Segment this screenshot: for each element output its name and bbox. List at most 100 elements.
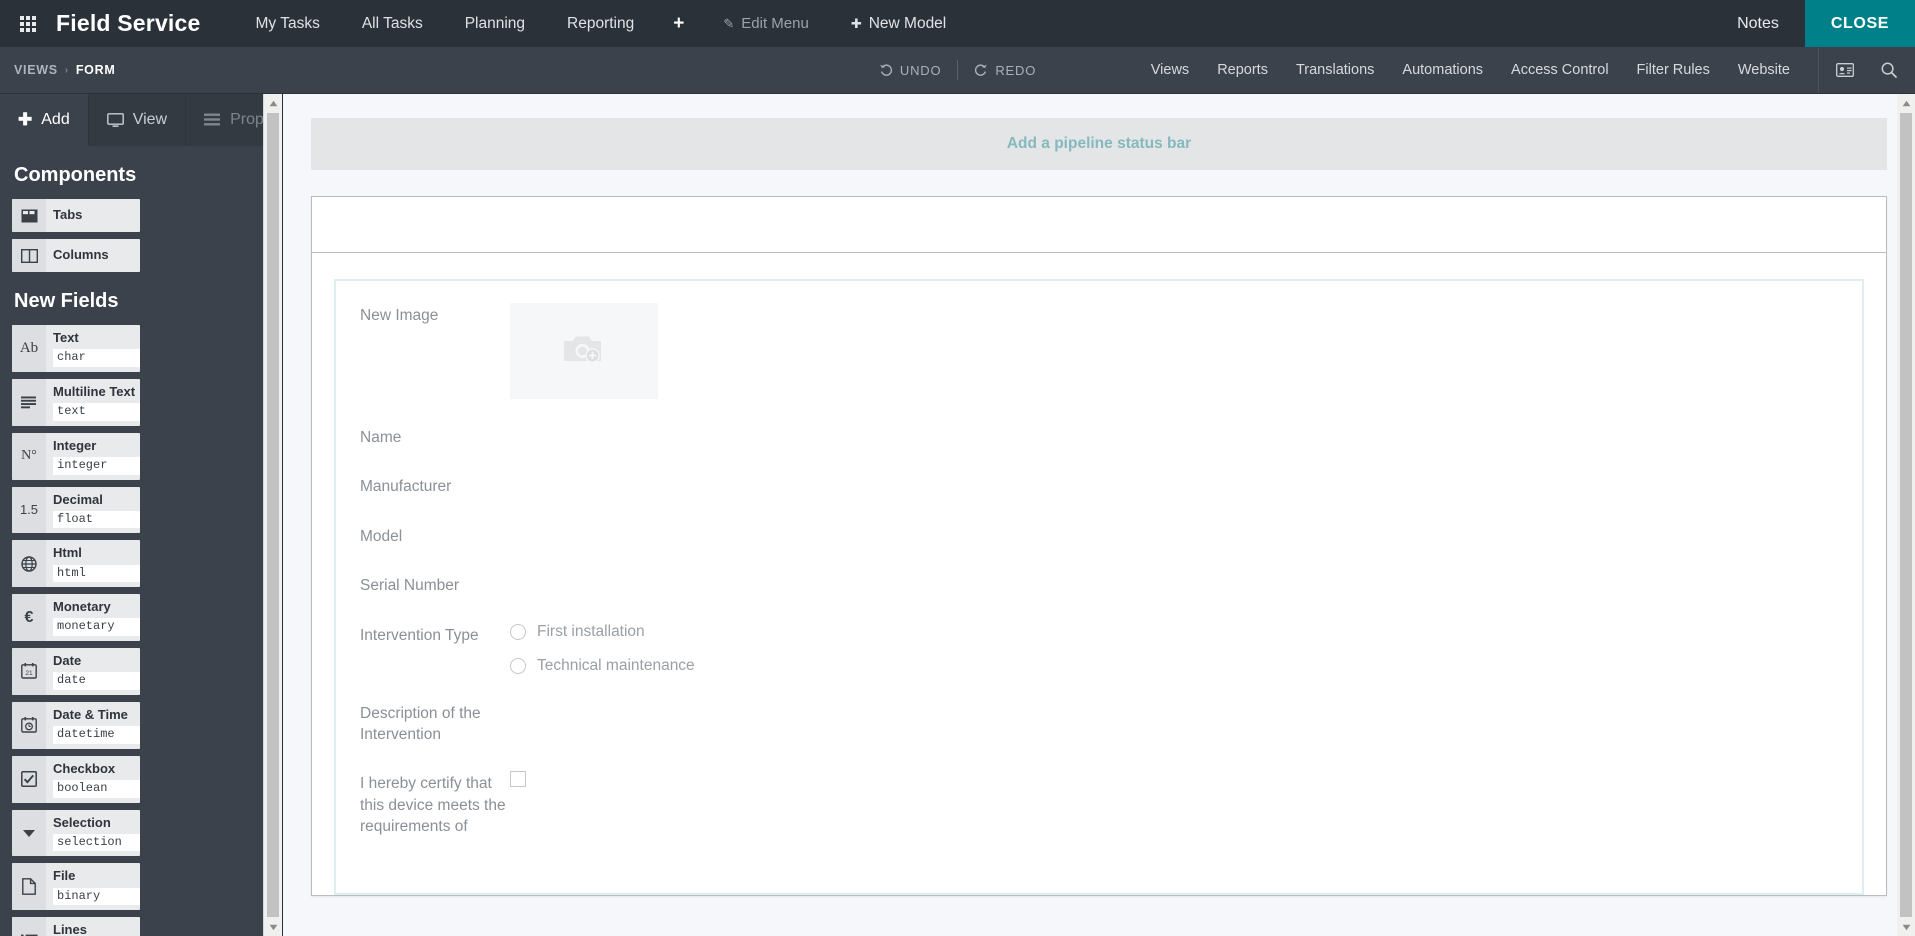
form-field-group[interactable]: New Image Name Manufacturer Model Serial… — [334, 279, 1864, 896]
main-scroll-thumb[interactable] — [1900, 113, 1912, 917]
field-card-file[interactable]: File binary — [12, 863, 140, 911]
scroll-up-arrow-icon[interactable] — [1902, 94, 1911, 112]
euro-icon: € — [12, 594, 46, 642]
sidebar-scroll-thumb[interactable] — [267, 113, 279, 917]
scroll-down-arrow-icon[interactable] — [1902, 918, 1911, 936]
field-card-type: html — [53, 564, 140, 583]
sidebar-tab-view-label: View — [132, 111, 168, 128]
checkbox-icon — [12, 755, 46, 803]
field-card-text[interactable]: Ab Text char — [12, 325, 140, 372]
number-icon: N° — [12, 432, 46, 480]
submenu-access-control[interactable]: Access Control — [1497, 62, 1623, 78]
component-columns[interactable]: Columns — [12, 239, 140, 272]
sidebar-scrollbar[interactable] — [263, 94, 282, 936]
submenu-filter-rules[interactable]: Filter Rules — [1623, 62, 1724, 78]
form-sheet-body: New Image Name Manufacturer Model Serial… — [312, 253, 1886, 896]
field-card-checkbox[interactable]: Checkbox boolean — [12, 755, 140, 803]
field-card-type: date — [53, 672, 140, 690]
edit-menu-button[interactable]: ✎ Edit Menu — [702, 0, 829, 47]
form-sheet-header-zone[interactable] — [312, 197, 1886, 253]
nav-item-my-tasks[interactable]: My Tasks — [235, 0, 341, 47]
radio-icon[interactable] — [510, 657, 526, 674]
field-value-new-image — [510, 303, 1838, 399]
radio-label: Technical maintenance — [537, 656, 695, 674]
redo-icon — [975, 64, 988, 76]
field-value-manufacturer[interactable] — [510, 474, 1838, 494]
field-card-label: Integer — [53, 437, 97, 453]
field-card-datetime[interactable]: Date & Time datetime — [12, 701, 140, 749]
calendar-clock-icon — [12, 701, 46, 749]
add-menu-button[interactable]: + — [655, 0, 702, 47]
main-scrollbar[interactable] — [1897, 94, 1915, 936]
edit-menu-label: Edit Menu — [741, 15, 809, 32]
breadcrumb-views[interactable]: VIEWS — [14, 63, 58, 77]
field-card-date[interactable]: 21 Date date — [12, 648, 140, 695]
component-columns-label: Columns — [53, 247, 109, 263]
secondary-toolbar: VIEWS › FORM UNDO REDO Views Reports Tra… — [0, 47, 1915, 94]
add-pipeline-status-bar-placeholder[interactable]: Add a pipeline status bar — [311, 118, 1887, 170]
form-sheet: New Image Name Manufacturer Model Serial… — [311, 196, 1887, 897]
radio-icon[interactable] — [510, 623, 526, 640]
radio-option-first-installation[interactable]: First installation — [510, 623, 1838, 641]
contact-card-icon[interactable] — [1823, 63, 1867, 77]
form-row-description: Description of the Intervention — [360, 701, 1838, 746]
submenu-automations[interactable]: Automations — [1388, 62, 1497, 78]
scroll-down-arrow-icon[interactable] — [269, 918, 278, 936]
sidebar-tab-view[interactable]: View — [89, 94, 187, 146]
image-upload-placeholder[interactable] — [510, 303, 658, 399]
undo-label: UNDO — [899, 62, 942, 78]
app-brand-title: Field Service — [56, 10, 201, 36]
field-card-multiline-text[interactable]: Multiline Text text — [12, 378, 140, 426]
scroll-up-arrow-icon[interactable] — [269, 94, 278, 112]
form-row-certify: I hereby certify that this device meets … — [360, 771, 1838, 837]
submenu-reports[interactable]: Reports — [1203, 62, 1282, 78]
submenu-website[interactable]: Website — [1724, 62, 1804, 78]
undo-button[interactable]: UNDO — [863, 63, 957, 78]
field-card-label: Date — [53, 653, 82, 669]
field-value-model[interactable] — [510, 524, 1838, 544]
new-fields-grid: Ab Text char Multiline Text text N° Inte… — [12, 325, 270, 936]
field-value-name[interactable] — [510, 425, 1838, 445]
notes-button[interactable]: Notes — [1711, 0, 1805, 47]
nav-item-reporting[interactable]: Reporting — [546, 0, 655, 47]
search-icon[interactable] — [1867, 61, 1911, 79]
field-label-manufacturer: Manufacturer — [360, 478, 452, 496]
field-card-label: Selection — [53, 814, 111, 830]
submenu-translations[interactable]: Translations — [1282, 62, 1388, 78]
field-value-description[interactable] — [510, 701, 1838, 721]
field-card-selection[interactable]: Selection selection — [12, 809, 140, 857]
radio-option-technical-maintenance[interactable]: Technical maintenance — [510, 657, 1838, 675]
field-label-intervention-type: Intervention Type — [360, 626, 479, 644]
new-model-button[interactable]: ✚ New Model — [830, 0, 967, 47]
field-card-decimal[interactable]: 1.5 Decimal float — [12, 486, 140, 534]
close-button[interactable]: CLOSE — [1804, 0, 1915, 47]
sidebar-tab-add[interactable]: ✚ Add — [0, 94, 89, 146]
pencil-icon: ✎ — [723, 15, 735, 31]
field-label-model: Model — [360, 527, 403, 545]
lines-text-icon — [12, 378, 46, 426]
field-card-html[interactable]: Html html — [12, 540, 140, 588]
plus-icon: ✚ — [18, 110, 33, 129]
field-card-integer[interactable]: N° Integer integer — [12, 432, 140, 480]
nav-item-all-tasks[interactable]: All Tasks — [341, 0, 444, 47]
field-value-serial-number[interactable] — [510, 573, 1838, 593]
nav-item-planning[interactable]: Planning — [444, 0, 546, 47]
field-card-monetary[interactable]: € Monetary monetary — [12, 594, 140, 642]
apps-grid-icon[interactable] — [0, 0, 56, 47]
component-tabs[interactable]: Tabs — [12, 199, 140, 232]
redo-button[interactable]: REDO — [958, 63, 1052, 78]
field-card-type: text — [53, 403, 140, 421]
field-card-type: monetary — [53, 618, 140, 637]
form-row-model: Model — [360, 524, 1838, 547]
app-body: ✚ Add View Properties Components — [0, 94, 1915, 936]
field-card-lines[interactable]: Lines one2many — [12, 917, 140, 936]
submenu-views[interactable]: Views — [1137, 62, 1203, 78]
checkbox-icon[interactable] — [510, 771, 526, 788]
field-card-type: binary — [53, 887, 140, 906]
left-sidebar: ✚ Add View Properties Components — [0, 94, 323, 936]
field-card-type: float — [53, 510, 140, 529]
form-row-intervention-type: Intervention Type First installation Tec… — [360, 623, 1838, 675]
undo-icon — [880, 64, 892, 76]
field-label-name: Name — [360, 429, 402, 446]
form-row-manufacturer: Manufacturer — [360, 474, 1838, 497]
